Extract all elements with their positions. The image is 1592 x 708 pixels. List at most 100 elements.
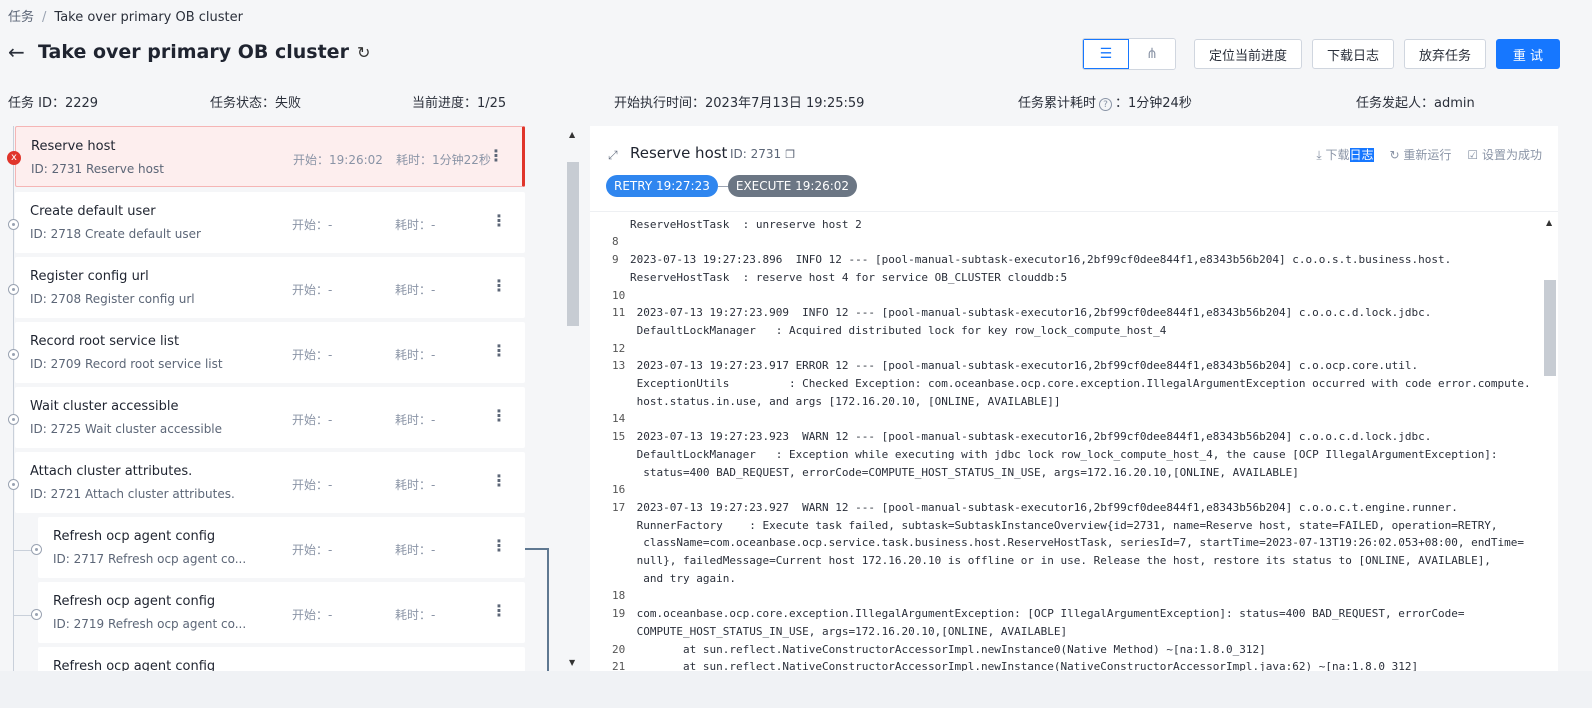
more-icon[interactable]: ⋮ bbox=[491, 276, 507, 295]
log-line-number: 9 bbox=[612, 253, 619, 267]
log-line-text: com.oceanbase.ocp.core.exception.Illegal… bbox=[630, 607, 1465, 621]
task-node-id: ID: 2717 Refresh ocp agent co... bbox=[53, 552, 247, 566]
log-viewer[interactable]: 2023-07-13 19:27:23.895 INFO 12 --- [poo… bbox=[590, 212, 1540, 671]
log-line-number: 18 bbox=[612, 589, 626, 603]
task-node-start: 开始：- bbox=[292, 413, 333, 427]
log-line-number: 15 bbox=[612, 430, 626, 444]
log-line-number: 8 bbox=[612, 235, 619, 249]
log-line-number: 13 bbox=[612, 359, 626, 373]
task-node[interactable]: Attach cluster attributes. ID: 2721 Atta… bbox=[15, 452, 525, 513]
task-node-start: 开始：19:26:02 bbox=[293, 153, 383, 167]
log-line-text: at sun.reflect.NativeConstructorAccessor… bbox=[630, 660, 1419, 671]
log-line-text: 2023-07-13 19:27:23.923 WARN 12 --- [poo… bbox=[630, 430, 1432, 444]
detail-header: ⤢ Reserve host ID: 2731 ❐ ⤓ 下载日志 ↻ 重新运行 ☑… bbox=[590, 126, 1558, 212]
task-node-id: ID: 2725 Wait cluster accessible bbox=[30, 422, 223, 436]
more-icon[interactable]: ⋮ bbox=[491, 536, 507, 555]
task-detail-panel: ⤢ Reserve host ID: 2731 ❐ ⤓ 下载日志 ↻ 重新运行 ☑… bbox=[590, 126, 1558, 671]
copy-icon[interactable]: ❐ bbox=[785, 148, 795, 161]
page-title: Take over primary OB cluster bbox=[38, 41, 349, 63]
timeline-line bbox=[13, 126, 14, 671]
task-node-name: Register config url bbox=[30, 269, 149, 284]
retry-button[interactable]: 重 试 bbox=[1496, 39, 1560, 69]
retry-tag[interactable]: RETRY 19:27:23 bbox=[606, 175, 718, 197]
task-node-start: 开始：- bbox=[292, 543, 333, 557]
detail-id: ID: 2731 ❐ bbox=[730, 147, 795, 161]
scroll-down-icon[interactable]: ▼ bbox=[569, 658, 575, 667]
more-icon[interactable]: ⋮ bbox=[491, 406, 507, 425]
tree-view-icon[interactable]: ⋔ bbox=[1128, 39, 1175, 69]
execute-tag[interactable]: EXECUTE 19:26:02 bbox=[727, 175, 858, 197]
task-node[interactable]: Refresh ocp agent config bbox=[38, 647, 525, 671]
rerun-label: 重新运行 bbox=[1403, 148, 1452, 162]
task-node[interactable]: Refresh ocp agent config ID: 2717 Refres… bbox=[38, 517, 525, 578]
task-node-cost: 耗时：- bbox=[395, 543, 436, 557]
log-line-number: 11 bbox=[612, 306, 626, 320]
more-icon[interactable]: ⋮ bbox=[491, 601, 507, 620]
more-icon[interactable]: ⋮ bbox=[491, 341, 507, 360]
task-node-id: ID: 2709 Record root service list bbox=[30, 357, 223, 371]
task-node-id: ID: 2719 Refresh ocp agent co... bbox=[53, 617, 247, 631]
task-node[interactable]: Register config url ID: 2708 Register co… bbox=[15, 257, 525, 318]
download-log-link[interactable]: ⤓ 下载日志 bbox=[1316, 146, 1374, 163]
more-icon[interactable]: ⋮ bbox=[491, 211, 507, 230]
refresh-icon[interactable]: ↻ bbox=[357, 43, 370, 62]
task-node-start: 开始：- bbox=[292, 218, 333, 232]
back-arrow-icon[interactable]: ← bbox=[8, 40, 38, 64]
breadcrumb-current: Take over primary OB cluster bbox=[54, 10, 243, 25]
breadcrumb-separator: / bbox=[42, 10, 47, 25]
task-node-id: ID: 2731 Reserve host bbox=[31, 162, 164, 176]
abandon-task-button[interactable]: 放弃任务 bbox=[1403, 39, 1486, 69]
left-scrollbar[interactable]: ▲ ▼ bbox=[566, 126, 580, 671]
pending-status-icon bbox=[8, 284, 19, 295]
scroll-thumb[interactable] bbox=[567, 162, 579, 326]
task-node-cost: 耗时：- bbox=[395, 218, 436, 232]
set-success-link[interactable]: ☑ 设置为成功 bbox=[1467, 146, 1542, 163]
detail-title: Reserve host bbox=[630, 144, 728, 162]
scroll-thumb[interactable] bbox=[1544, 280, 1556, 376]
task-node[interactable]: Create default user ID: 2718 Create defa… bbox=[15, 192, 525, 253]
failed-status-icon: x bbox=[7, 151, 21, 165]
log-line-text: COMPUTE_HOST_STATUS_IN_USE, args=172.16.… bbox=[630, 624, 1068, 638]
more-icon[interactable]: ⋮ bbox=[491, 471, 507, 490]
toolbar: ☰ ⋔ 定位当前进度 下载日志 放弃任务 重 试 bbox=[1081, 38, 1560, 70]
locate-progress-button[interactable]: 定位当前进度 bbox=[1193, 39, 1302, 69]
set-success-label: 设置为成功 bbox=[1481, 148, 1542, 162]
view-toggle: ☰ ⋔ bbox=[1081, 38, 1176, 70]
log-line-text: 2023-07-13 19:27:23.917 ERROR 12 --- [po… bbox=[630, 359, 1419, 373]
task-node[interactable]: Record root service list ID: 2709 Record… bbox=[15, 322, 525, 383]
title-row: ← Take over primary OB cluster ↻ bbox=[8, 40, 370, 64]
pending-status-icon bbox=[8, 414, 19, 425]
log-line-text: ReserveHostTask : unreserve host 2 bbox=[630, 217, 862, 231]
rerun-link[interactable]: ↻ 重新运行 bbox=[1390, 146, 1452, 163]
task-node-name: Refresh ocp agent config bbox=[53, 659, 216, 671]
scroll-up-icon[interactable]: ▲ bbox=[569, 130, 575, 139]
pending-status-icon bbox=[31, 544, 42, 555]
task-start-time: 开始执行时间：2023年7月13日 19:25:59 bbox=[614, 96, 865, 111]
log-line-text: RunnerFactory : Execute task failed, sub… bbox=[630, 518, 1498, 532]
task-node[interactable]: Refresh ocp agent config ID: 2719 Refres… bbox=[38, 582, 525, 643]
task-elapsed: 任务累计耗时? ：1分钟24秒 bbox=[1018, 92, 1192, 111]
download-label: 下载 bbox=[1325, 148, 1350, 162]
log-line-text: at sun.reflect.NativeConstructorAccessor… bbox=[630, 642, 1266, 656]
scroll-up-icon[interactable]: ▲ bbox=[1546, 218, 1552, 227]
detail-actions: ⤓ 下载日志 ↻ 重新运行 ☑ 设置为成功 bbox=[1316, 146, 1542, 163]
task-node-name: Record root service list bbox=[30, 334, 180, 349]
log-scrollbar[interactable]: ▲ bbox=[1544, 218, 1556, 671]
task-node-name: Wait cluster accessible bbox=[30, 399, 179, 414]
pending-status-icon bbox=[8, 219, 19, 230]
task-node-name: Create default user bbox=[30, 204, 156, 219]
task-node[interactable]: Wait cluster accessible ID: 2725 Wait cl… bbox=[15, 387, 525, 448]
task-node-name: Refresh ocp agent config bbox=[53, 529, 216, 544]
download-log-button[interactable]: 下载日志 bbox=[1311, 39, 1394, 69]
more-icon[interactable]: ⋮ bbox=[488, 146, 504, 165]
pending-status-icon bbox=[8, 479, 19, 490]
fullscreen-icon[interactable]: ⤢ bbox=[608, 148, 618, 163]
log-line-text: 2023-07-13 19:27:23.909 INFO 12 --- [poo… bbox=[630, 306, 1432, 320]
task-node[interactable]: Reserve host ID: 2731 Reserve host 开始：19… bbox=[15, 126, 525, 187]
log-line-text: host.status.in.use, and args [172.16.20.… bbox=[630, 394, 1061, 408]
log-line-text: ExceptionUtils : Checked Exception: com.… bbox=[630, 377, 1531, 390]
breadcrumb-root[interactable]: 任务 bbox=[8, 10, 34, 25]
question-icon[interactable]: ? bbox=[1099, 98, 1113, 111]
list-view-icon[interactable]: ☰ bbox=[1082, 39, 1129, 69]
log-line-text: 2023-07-13 19:27:23.927 WARN 12 --- [poo… bbox=[630, 500, 1458, 514]
